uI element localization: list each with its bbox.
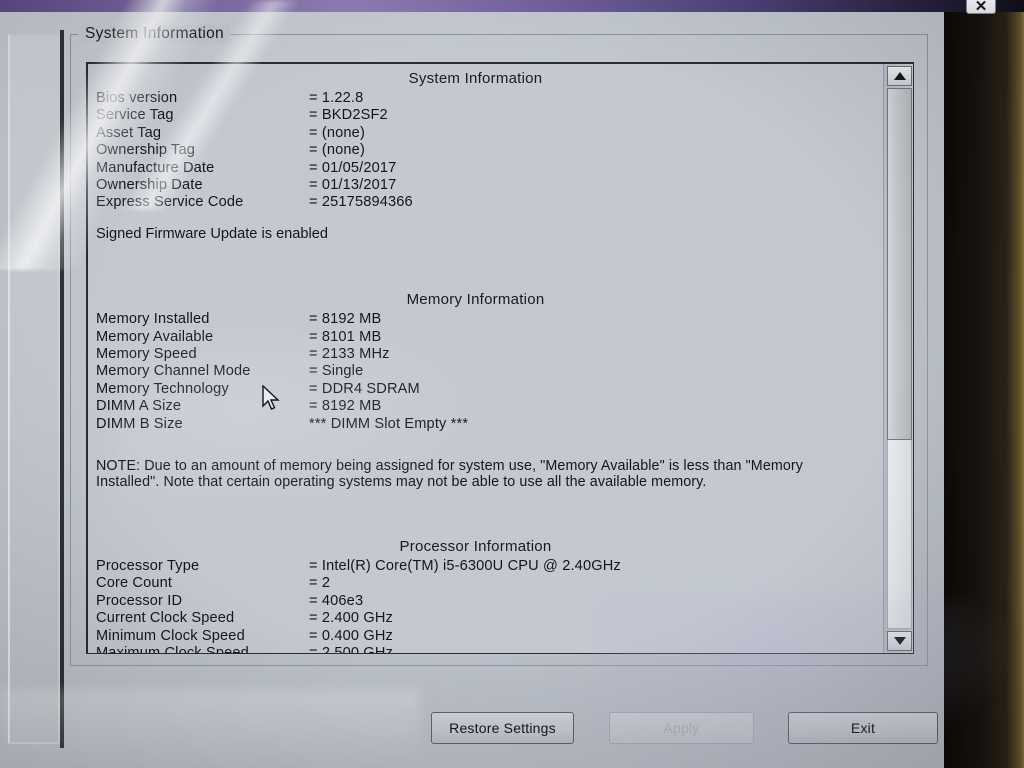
info-value: = BKD2SF2: [309, 107, 388, 124]
scroll-up-button[interactable]: [887, 66, 912, 86]
info-key: Express Service Code: [96, 194, 244, 211]
info-row: Maximum Clock Speed = 2.500 GHz: [96, 644, 881, 654]
restore-settings-button[interactable]: Restore Settings: [431, 712, 574, 744]
info-key: Memory Speed: [96, 346, 197, 363]
info-value: *** DIMM Slot Empty ***: [309, 415, 469, 432]
info-key: Current Clock Speed: [96, 610, 235, 627]
section-heading-memory: Memory Information: [406, 291, 545, 309]
info-key: Ownership Tag: [96, 142, 196, 159]
info-value: = 2.500 GHz: [309, 644, 393, 654]
info-row: Memory Available = 8101 MB: [96, 329, 881, 346]
info-value: = 1.22.8: [309, 90, 364, 106]
info-key: Memory Installed: [96, 311, 210, 328]
info-key: Memory Channel Mode: [96, 363, 251, 380]
info-key: Processor Type: [96, 557, 200, 574]
close-window-button[interactable]: ✕: [966, 0, 996, 14]
info-value: = 01/13/2017: [309, 177, 397, 194]
info-value: = 2: [309, 575, 331, 592]
section-heading-processor: Processor Information: [399, 537, 552, 555]
info-key: Service Tag: [96, 107, 174, 124]
info-value: = 8192 MB: [309, 311, 382, 328]
signed-firmware-statement: Signed Firmware Update is enabled: [96, 225, 329, 242]
info-row: Ownership Tag = (none): [96, 142, 881, 159]
info-row: DIMM A Size = 8192 MB: [96, 398, 881, 415]
info-value: = 25175894366: [309, 194, 413, 211]
bios-setup-window: System Information System Information Bi…: [0, 8, 948, 768]
info-key: Maximum Clock Speed: [96, 644, 249, 654]
info-row: Memory Installed = 8192 MB: [96, 311, 881, 328]
info-value: = 2.400 GHz: [309, 610, 393, 627]
info-row: Asset Tag = (none): [96, 125, 881, 142]
information-text-area: System Information Bios version = 1.22.8…: [88, 64, 881, 653]
scroll-down-button[interactable]: [887, 631, 912, 651]
info-value: = 8101 MB: [309, 328, 382, 345]
info-value: = (none): [309, 142, 365, 159]
memory-availability-note: NOTE: Due to an amount of memory being a…: [96, 458, 804, 490]
info-key: DIMM A Size: [96, 398, 182, 415]
info-key: Processor ID: [96, 592, 183, 609]
info-key: Asset Tag: [96, 124, 162, 141]
triangle-down-icon: [893, 637, 906, 645]
info-row: Memory Channel Mode = Single: [96, 363, 881, 380]
scrollbar-thumb[interactable]: [887, 88, 912, 440]
info-row: Ownership Date = 01/13/2017: [96, 177, 881, 194]
info-row: DIMM B Size *** DIMM Slot Empty ***: [96, 416, 881, 433]
information-content-panel: System Information Bios version = 1.22.8…: [86, 62, 914, 654]
info-key: DIMM B Size: [96, 415, 183, 432]
section-heading-system: System Information: [408, 70, 543, 87]
screen-frame-edge: [8, 34, 60, 744]
info-row: Express Service Code = 25175894366: [96, 194, 881, 211]
info-row: Processor Type = Intel(R) Core(TM) i5-63…: [96, 558, 881, 575]
info-value: = 01/05/2017: [309, 159, 397, 176]
vertical-scrollbar[interactable]: [883, 64, 913, 653]
info-value: = Intel(R) Core(TM) i5-6300U CPU @ 2.40G…: [309, 557, 621, 574]
laptop-bezel-top: [0, 0, 1024, 12]
triangle-up-icon: [893, 72, 906, 80]
screen-frame-shadow: [60, 30, 64, 748]
info-value: = (none): [309, 124, 365, 141]
info-row: Core Count = 2: [96, 575, 881, 592]
info-row: Memory Speed = 2133 MHz: [96, 346, 881, 363]
apply-button: Apply: [609, 712, 754, 744]
info-value: = 0.400 GHz: [309, 627, 393, 644]
info-key: Manufacture Date: [96, 159, 215, 176]
processor-information-rows: Processor Type = Intel(R) Core(TM) i5-63…: [88, 558, 881, 654]
dialog-button-bar: Restore Settings Apply Exit: [70, 708, 946, 760]
info-value: = Single: [309, 363, 364, 380]
info-key: Memory Technology: [96, 380, 229, 397]
exit-button[interactable]: Exit: [788, 712, 938, 744]
info-row: Current Clock Speed = 2.400 GHz: [96, 610, 881, 627]
info-row: Manufacture Date = 01/05/2017: [96, 160, 881, 177]
info-row: Processor ID = 406e3: [96, 593, 881, 610]
info-row: Minimum Clock Speed = 0.400 GHz: [96, 628, 881, 645]
info-key: Core Count: [96, 575, 173, 592]
info-key: Bios version: [96, 90, 178, 106]
info-key: Ownership Date: [96, 177, 203, 194]
info-value: = DDR4 SDRAM: [309, 380, 420, 397]
laptop-bezel-right: [944, 0, 1024, 768]
info-row: Service Tag = BKD2SF2: [96, 107, 881, 124]
info-key: Memory Available: [96, 328, 214, 345]
info-value: = 406e3: [309, 592, 364, 609]
memory-information-rows: Memory Installed = 8192 MB Memory Availa…: [88, 311, 881, 433]
groupbox-legend: System Information: [78, 25, 231, 43]
bios-screen-photo: System Information System Information Bi…: [0, 0, 1024, 768]
info-value: = 2133 MHz: [309, 346, 390, 363]
info-row: Bios version = 1.22.8: [96, 90, 881, 107]
system-information-rows: Bios version = 1.22.8 Service Tag = BKD2…: [88, 90, 881, 212]
info-key: Minimum Clock Speed: [96, 627, 245, 644]
info-value: = 8192 MB: [309, 398, 382, 415]
info-row: Memory Technology = DDR4 SDRAM: [96, 381, 881, 398]
